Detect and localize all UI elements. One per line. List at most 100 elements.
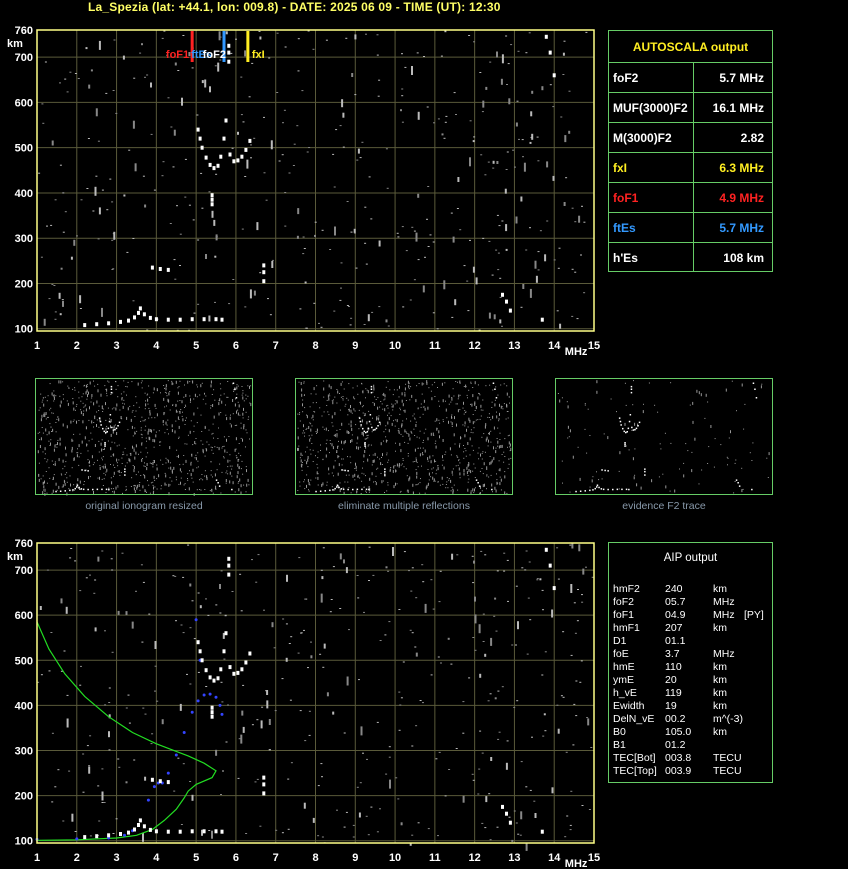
- noise-speckle: [409, 629, 412, 631]
- x-tick-label: 9: [352, 340, 358, 352]
- noise-speckle: [54, 786, 57, 788]
- aip-row: h_vE 119 km: [613, 687, 773, 700]
- noise-speckle: [154, 690, 156, 692]
- echo-point: [95, 834, 99, 839]
- echo-point: [208, 675, 212, 680]
- noise-speckle: [246, 159, 249, 169]
- y-tick-label: 200: [15, 278, 33, 290]
- noise-speckle: [544, 651, 547, 653]
- noise-speckle: [438, 601, 441, 603]
- noise-speckle: [361, 141, 364, 143]
- noise-speckle: [451, 316, 454, 318]
- noise-speckle: [38, 172, 41, 174]
- echo-point: [262, 263, 266, 268]
- noise-speckle: [560, 695, 563, 697]
- noise-speckle: [543, 713, 546, 716]
- aip-row: hmF1 207 km: [613, 622, 773, 635]
- noise-speckle: [128, 149, 131, 151]
- noise-speckle: [398, 729, 401, 731]
- noise-speckle: [487, 700, 490, 702]
- noise-speckle: [479, 730, 482, 732]
- noise-speckle: [95, 175, 98, 177]
- noise-speckle: [411, 226, 414, 228]
- echo-point: [262, 775, 266, 780]
- noise-speckle: [571, 207, 574, 209]
- noise-speckle: [182, 576, 185, 578]
- noise-speckle: [411, 632, 414, 634]
- noise-speckle: [276, 32, 279, 34]
- noise-speckle: [515, 585, 518, 587]
- noise-speckle: [85, 47, 88, 50]
- noise-speckle: [440, 55, 443, 57]
- noise-speckle: [553, 259, 556, 261]
- noise-speckle: [576, 620, 579, 622]
- echo-point: [248, 651, 252, 656]
- echo-point: [204, 155, 208, 160]
- noise-speckle: [275, 829, 278, 831]
- noise-speckle: [493, 314, 496, 320]
- noise-speckle: [287, 828, 290, 830]
- noise-speckle: [359, 782, 362, 784]
- noise-speckle: [491, 274, 494, 276]
- echo-point: [166, 780, 170, 785]
- noise-speckle: [87, 138, 90, 139]
- aip-value: 05.7: [665, 596, 686, 608]
- noise-speckle: [492, 160, 495, 164]
- noise-speckle: [411, 834, 414, 836]
- noise-speckle: [570, 584, 573, 593]
- noise-speckle: [364, 242, 367, 244]
- noise-speckle: [498, 225, 501, 227]
- noise-speckle: [276, 92, 279, 93]
- noise-speckle: [97, 556, 100, 562]
- echo-point: [219, 154, 223, 159]
- marker-label: foF2: [203, 49, 226, 61]
- noise-speckle: [505, 762, 508, 770]
- noise-speckle: [413, 230, 416, 232]
- noise-speckle: [575, 715, 578, 717]
- blue-trace-point: [166, 771, 170, 775]
- noise-speckle: [499, 319, 502, 324]
- noise-speckle: [82, 753, 85, 755]
- noise-speckle: [542, 609, 544, 611]
- noise-speckle: [450, 212, 453, 214]
- noise-speckle: [108, 687, 111, 689]
- noise-speckle: [297, 208, 300, 215]
- noise-speckle: [557, 578, 560, 580]
- noise-speckle: [525, 52, 528, 54]
- noise-speckle: [343, 826, 346, 828]
- noise-speckle: [189, 627, 192, 629]
- noise-speckle: [505, 169, 508, 170]
- noise-speckle: [422, 702, 424, 704]
- noise-speckle: [400, 109, 402, 112]
- noise-speckle: [353, 228, 356, 233]
- noise-speckle: [142, 832, 144, 842]
- noise-speckle: [312, 48, 315, 50]
- noise-speckle: [240, 610, 243, 612]
- noise-speckle: [462, 701, 465, 703]
- noise-speckle: [549, 84, 552, 86]
- noise-speckle: [544, 254, 547, 262]
- noise-speckle: [329, 249, 332, 250]
- noise-speckle: [231, 591, 234, 592]
- noise-speckle: [293, 143, 296, 145]
- noise-speckle: [401, 88, 404, 90]
- echo-point: [200, 145, 204, 150]
- autoscala-divider: [693, 213, 694, 242]
- noise-speckle: [485, 796, 488, 803]
- echo-point: [508, 308, 512, 313]
- noise-speckle: [562, 696, 565, 698]
- noise-speckle: [435, 758, 438, 760]
- noise-speckle: [170, 126, 173, 128]
- noise-speckle: [346, 305, 349, 306]
- noise-speckle: [322, 547, 325, 549]
- noise-speckle: [409, 299, 412, 301]
- noise-speckle: [536, 578, 539, 580]
- noise-speckle: [244, 50, 247, 57]
- noise-speckle: [80, 665, 82, 667]
- y-tick-label: 700: [15, 565, 33, 577]
- noise-speckle: [318, 322, 320, 324]
- noise-speckle: [308, 147, 311, 148]
- autoscala-value: 108 km: [723, 251, 764, 265]
- noise-speckle: [340, 287, 342, 289]
- noise-speckle: [511, 839, 514, 842]
